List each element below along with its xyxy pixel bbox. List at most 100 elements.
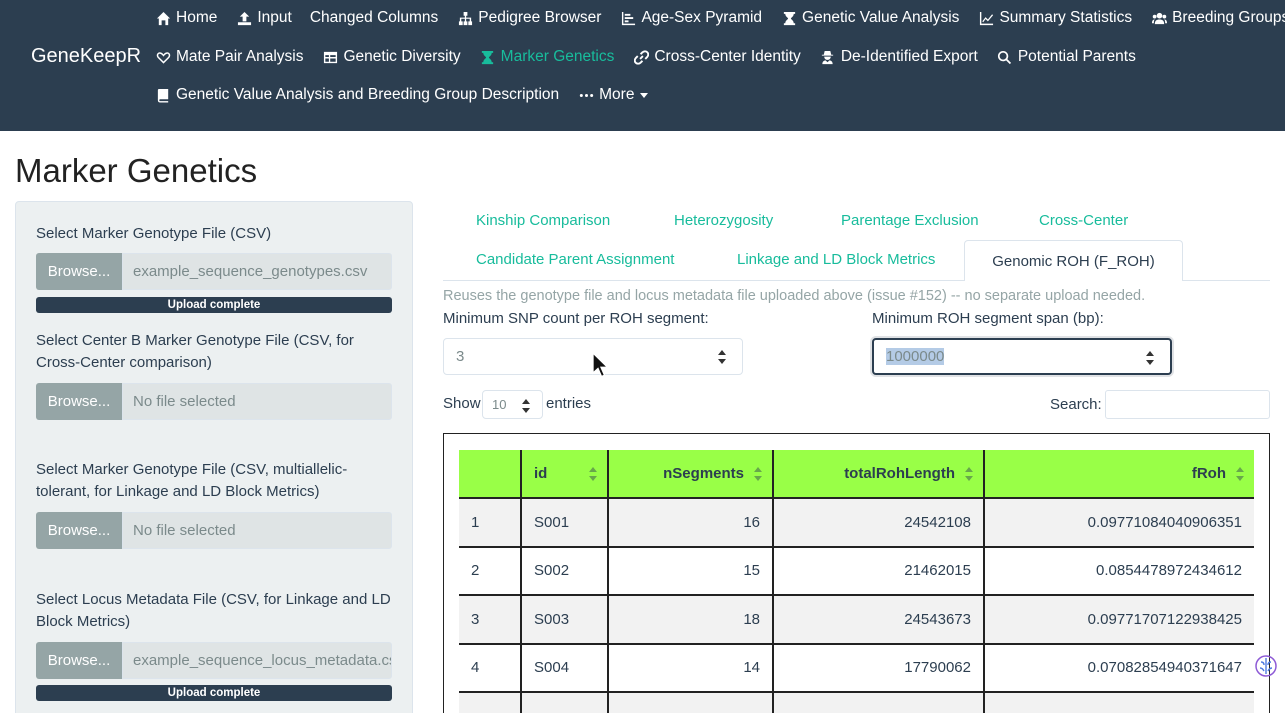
cell-id: S004 <box>520 642 608 692</box>
table-row[interactable] <box>459 691 1254 713</box>
column-header-totalrohlength[interactable]: totalRohLength <box>772 450 984 498</box>
column-header-froh[interactable]: fRoh <box>983 450 1254 498</box>
nav-item-marker-genetics[interactable]: Marker Genetics <box>479 48 614 66</box>
min-snp-label: Minimum SNP count per ROH segment: <box>443 310 709 327</box>
file-input-center-b-genotype[interactable]: Browse... No file selected <box>36 383 392 420</box>
user-secret-icon <box>819 48 837 66</box>
nav-row-2: Mate Pair Analysis Genetic Diversity Mar… <box>154 45 1154 69</box>
cell-froh: 0.09771084040906351 <box>983 497 1254 547</box>
nav-item-label: Genetic Value Analysis <box>802 9 960 26</box>
table-row[interactable]: 4 S004 14 17790062 0.07082854940371647 <box>459 642 1254 692</box>
nav-item-label: Breeding Groups <box>1172 9 1285 26</box>
nav-item-genetic-value-analysis[interactable]: Genetic Value Analysis <box>780 9 959 27</box>
nav-item-label: De-Identified Export <box>840 48 978 65</box>
browse-button[interactable]: Browse... <box>36 512 122 549</box>
upload-icon <box>235 9 253 27</box>
tab-kinship-comparison[interactable]: Kinship Comparison <box>476 212 610 229</box>
nav-item-changed-columns[interactable]: Changed Columns <box>310 9 438 27</box>
cell-index: 2 <box>459 545 521 595</box>
nav-item-cross-center-identity[interactable]: Cross-Center Identity <box>632 48 801 66</box>
nav-item-age-sex-pyramid[interactable]: Age-Sex Pyramid <box>619 9 762 27</box>
min-snp-count-value: 3 <box>456 348 465 365</box>
sort-icon <box>1236 467 1244 481</box>
cell-index: 4 <box>459 642 521 692</box>
file-input-multiallelic-genotype[interactable]: Browse... No file selected <box>36 512 392 549</box>
sort-icon <box>754 467 762 481</box>
nav-item-breeding-groups[interactable]: Breeding Groups <box>1150 9 1285 27</box>
tab-cross-center[interactable]: Cross-Center <box>1039 212 1128 229</box>
tab-candidate-parent-assignment[interactable]: Candidate Parent Assignment <box>476 251 674 268</box>
table-row[interactable]: 3 S003 18 24543673 0.09771707122938425 <box>459 594 1254 644</box>
tab-genomic-roh[interactable]: Genomic ROH (F_ROH) <box>964 240 1183 281</box>
sort-icon <box>965 467 973 481</box>
nav-item-home[interactable]: Home <box>154 9 217 27</box>
file-input-locus-metadata[interactable]: Browse... example_sequence_locus_metadat… <box>36 642 392 679</box>
table-row[interactable]: 2 S002 15 21462015 0.0854478972434612 <box>459 545 1254 595</box>
cell-totalrohlength: 17790062 <box>772 642 984 692</box>
cell-totalrohlength <box>772 691 984 713</box>
cell-totalrohlength: 24542108 <box>772 497 984 547</box>
nav-item-label: Potential Parents <box>1017 48 1136 65</box>
nav-item-label: Mate Pair Analysis <box>176 48 304 65</box>
caret-down-icon <box>640 92 649 98</box>
nav-item-label: Age-Sex Pyramid <box>641 9 763 26</box>
page-title: Marker Genetics <box>15 152 258 189</box>
nav-item-mate-pair-analysis[interactable]: Mate Pair Analysis <box>154 48 304 66</box>
min-roh-span-input[interactable]: 1000000 <box>872 338 1172 375</box>
nav-item-pedigree-browser[interactable]: Pedigree Browser <box>456 9 601 27</box>
browse-button[interactable]: Browse... <box>36 642 122 679</box>
tab-linkage-ld-block-metrics[interactable]: Linkage and LD Block Metrics <box>737 251 935 268</box>
nav-item-input[interactable]: Input <box>235 9 292 27</box>
table-icon <box>322 48 340 66</box>
cell-id: S002 <box>520 545 608 595</box>
file-name-field[interactable]: example_sequence_locus_metadata.csv <box>122 642 392 679</box>
column-header-id[interactable]: id <box>520 450 608 498</box>
heart-icon <box>154 48 172 66</box>
help-text: Reuses the genotype file and locus metad… <box>443 288 1146 304</box>
column-header-nsegments[interactable]: nSegments <box>607 450 773 498</box>
nav-item-more-dropdown[interactable]: More <box>577 86 649 104</box>
table-container: id nSegments totalRohLength fRoh 1 S001 … <box>443 433 1270 713</box>
spinner-icon[interactable] <box>1146 350 1154 366</box>
link-icon <box>632 48 650 66</box>
nav-item-gva-breeding-group-description[interactable]: Genetic Value Analysis and Breeding Grou… <box>154 86 559 104</box>
min-roh-span-value: 1000000 <box>886 348 945 365</box>
brain-icon[interactable] <box>1255 655 1277 677</box>
nav-item-de-identified-export[interactable]: De-Identified Export <box>819 48 978 66</box>
nav-item-potential-parents[interactable]: Potential Parents <box>996 48 1136 66</box>
column-header-index[interactable] <box>459 450 521 498</box>
entries-per-page-select[interactable]: 10 <box>482 390 543 419</box>
cell-nsegments: 15 <box>607 545 773 595</box>
chart-bar-icon <box>619 9 637 27</box>
mouse-cursor-icon <box>592 352 610 378</box>
file-input-marker-genotype[interactable]: Browse... example_sequence_genotypes.csv <box>36 253 392 290</box>
users-icon <box>1150 9 1168 27</box>
cell-nsegments: 18 <box>607 594 773 644</box>
spinner-icon[interactable] <box>718 349 726 365</box>
cell-froh: 0.09771707122938425 <box>983 594 1254 644</box>
tab-heterozygosity[interactable]: Heterozygosity <box>674 212 773 229</box>
cell-nsegments: 16 <box>607 497 773 547</box>
select-arrows-icon <box>522 398 530 414</box>
file-name-field[interactable]: example_sequence_genotypes.csv <box>122 253 392 290</box>
tab-parentage-exclusion[interactable]: Parentage Exclusion <box>841 212 979 229</box>
file-name-field[interactable]: No file selected <box>122 512 392 549</box>
file-name-field[interactable]: No file selected <box>122 383 392 420</box>
brand-logo[interactable]: GeneKeepR <box>31 45 141 68</box>
nav-item-label: More <box>599 86 635 103</box>
cell-index: 1 <box>459 497 521 547</box>
nav-row-1: Home Input Changed Columns Pedigree Brow… <box>154 6 1285 30</box>
cell-totalrohlength: 21462015 <box>772 545 984 595</box>
nav-item-summary-statistics[interactable]: Summary Statistics <box>977 9 1132 27</box>
browse-button[interactable]: Browse... <box>36 383 122 420</box>
table-search-input[interactable] <box>1105 390 1270 419</box>
table-row[interactable]: 1 S001 16 24542108 0.09771084040906351 <box>459 497 1254 547</box>
search-icon <box>996 48 1014 66</box>
browse-button[interactable]: Browse... <box>36 253 122 290</box>
column-header-label: fRoh <box>1191 465 1226 482</box>
show-label: Show <box>443 395 481 412</box>
nav-item-genetic-diversity[interactable]: Genetic Diversity <box>322 48 461 66</box>
cell-index: 3 <box>459 594 521 644</box>
nav-item-label: Home <box>176 9 218 26</box>
cell-totalrohlength: 24543673 <box>772 594 984 644</box>
